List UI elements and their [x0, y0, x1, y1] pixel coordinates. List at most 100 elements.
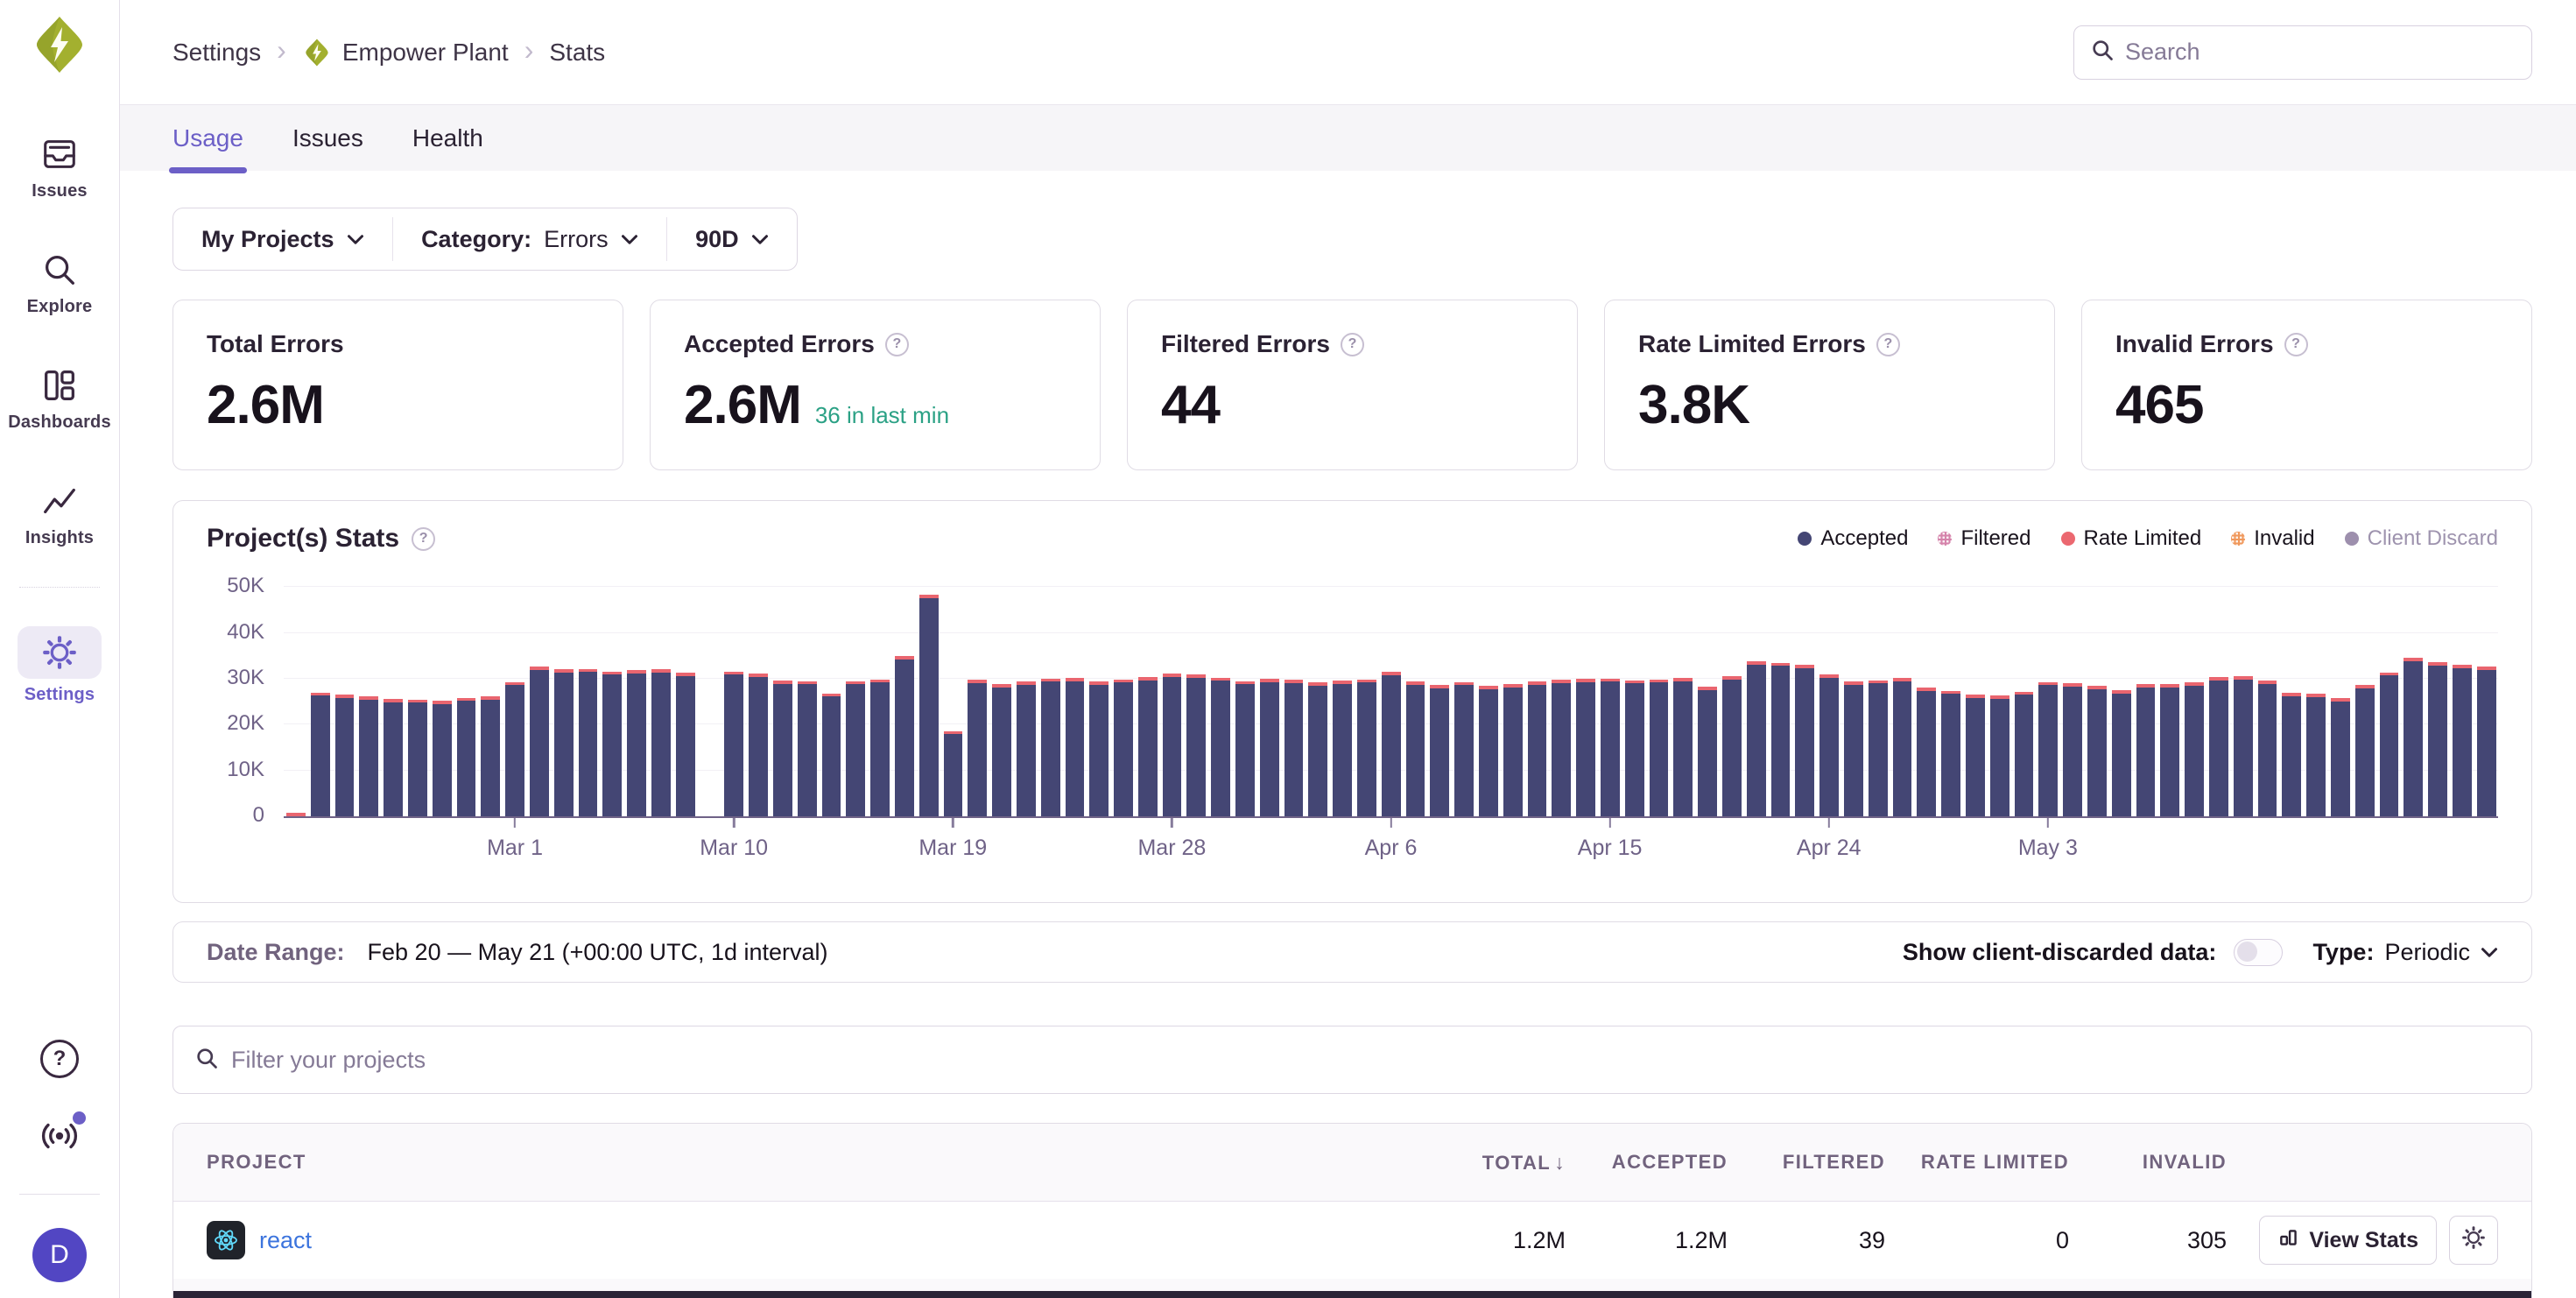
bar-accepted [2209, 681, 2228, 816]
help-circle-icon[interactable]: ? [885, 333, 909, 356]
bar-accepted [2087, 689, 2107, 816]
bar-accepted [1308, 686, 1327, 816]
period-dropdown[interactable]: 90D [667, 208, 797, 270]
bar-day-86 [2377, 580, 2402, 816]
legend-item-filtered[interactable]: Filtered [1938, 526, 2031, 551]
x-axis-label: Mar 1 [487, 836, 543, 861]
bar-accepted [2428, 666, 2447, 816]
project-settings-button[interactable] [2449, 1216, 2498, 1265]
gear-icon [2460, 1224, 2487, 1257]
bar-accepted [627, 674, 646, 816]
chevron-down-icon [621, 234, 638, 245]
cell-invalid: 305 [2069, 1227, 2227, 1254]
y-axis-label: 20K [207, 711, 264, 736]
bar-accepted [798, 684, 817, 816]
column-header-total[interactable]: TOTAL↓ [1425, 1151, 1566, 1175]
card-title-row: Rate Limited Errors? [1638, 330, 2021, 358]
bar-day-2 [333, 580, 357, 816]
bar-day-48 [1452, 580, 1476, 816]
bar-accepted [2331, 702, 2350, 816]
bar-day-16 [673, 580, 698, 816]
app-root: IssuesExploreDashboardsInsightsSettings … [0, 0, 2576, 1298]
help-circle-icon[interactable]: ? [1876, 333, 1900, 356]
bar-accepted [1382, 675, 1401, 816]
sidebar: IssuesExploreDashboardsInsightsSettings … [0, 0, 120, 1298]
bar-day-80 [2231, 580, 2256, 816]
sidebar-item-settings[interactable]: Settings [0, 626, 119, 705]
x-axis-label: Mar 19 [918, 836, 987, 861]
x-axis-label: Apr 6 [1365, 836, 1418, 861]
column-header-filtered[interactable]: FILTERED [1728, 1151, 1885, 1174]
bar-day-79 [2206, 580, 2231, 816]
bar-accepted [1625, 683, 1644, 816]
sort-descending-icon: ↓ [1554, 1151, 1566, 1174]
chart-title: Project(s) Stats [207, 524, 399, 554]
legend-item-rate-limited[interactable]: Rate Limited [2061, 526, 2202, 551]
legend-item-invalid[interactable]: Invalid [2231, 526, 2314, 551]
tab-issues[interactable]: Issues [292, 105, 363, 171]
view-stats-label: View Stats [2309, 1228, 2418, 1253]
sidebar-item-explore[interactable]: Explore [0, 249, 119, 317]
y-axis-label: 0 [207, 803, 264, 828]
tab-usage[interactable]: Usage [172, 105, 243, 171]
search-input[interactable] [2125, 39, 2516, 66]
tab-health[interactable]: Health [412, 105, 483, 171]
bar-day-43 [1330, 580, 1355, 816]
breadcrumb-org-label: Empower Plant [342, 39, 509, 67]
bar-accepted [2112, 694, 2131, 816]
bar-day-74 [2085, 580, 2109, 816]
card-value: 465 [2115, 374, 2203, 436]
client-discard-toggle[interactable] [2234, 939, 2283, 966]
project-link[interactable]: react [259, 1227, 312, 1254]
sidebar-item-issues[interactable]: Issues [0, 133, 119, 201]
breadcrumb-settings[interactable]: Settings [172, 39, 261, 67]
column-header-rate-limited[interactable]: RATE LIMITED [1885, 1151, 2069, 1174]
type-dropdown[interactable]: Type: Periodic [2312, 939, 2498, 966]
legend-dot [1798, 532, 1812, 546]
bar-day-31 [1038, 580, 1063, 816]
column-header-accepted[interactable]: ACCEPTED [1566, 1151, 1728, 1174]
bar-accepted [2185, 686, 2204, 816]
bar-accepted [944, 734, 963, 816]
bar-accepted [554, 673, 574, 816]
legend-item-client-discard[interactable]: Client Discard [2345, 526, 2498, 551]
project-filter-dropdown[interactable]: My Projects [173, 208, 392, 270]
bar-day-42 [1306, 580, 1330, 816]
bar-day-64 [1841, 580, 1866, 816]
bar-day-46 [1404, 580, 1428, 816]
bar-accepted [1089, 685, 1109, 816]
column-header-invalid[interactable]: INVALID [2069, 1151, 2227, 1174]
bar-accepted [870, 682, 890, 816]
help-circle-icon[interactable]: ? [1341, 333, 1364, 356]
bar-day-36 [1160, 580, 1185, 816]
legend-label: Filtered [1960, 526, 2031, 551]
sentry-logo[interactable] [29, 14, 90, 75]
breadcrumb-org[interactable]: Empower Plant [302, 38, 509, 67]
sidebar-item-insights[interactable]: Insights [0, 480, 119, 548]
bar-accepted [1552, 683, 1571, 816]
card-value: 2.6M [207, 374, 324, 436]
bar-accepted [1211, 681, 1230, 816]
category-dropdown[interactable]: Category: Errors [393, 208, 666, 270]
bar-day-29 [989, 580, 1014, 816]
cell-total: 1.2M [1425, 1227, 1566, 1254]
sidebar-item-dashboards[interactable]: Dashboards [0, 364, 119, 433]
bar-accepted [2453, 668, 2472, 816]
help-circle-icon[interactable]: ? [412, 527, 435, 551]
bar-day-27 [941, 580, 966, 816]
card-value: 2.6M [684, 374, 801, 436]
cell-ratelimited: 0 [1885, 1227, 2069, 1254]
bar-accepted [1990, 699, 2009, 816]
user-avatar[interactable]: D [32, 1228, 87, 1282]
x-axis-label: Mar 28 [1137, 836, 1206, 861]
bar-day-84 [2328, 580, 2353, 816]
view-stats-button[interactable]: View Stats [2259, 1216, 2437, 1265]
whats-new-button[interactable] [37, 1115, 82, 1160]
help-circle-icon[interactable]: ? [2284, 333, 2308, 356]
legend-item-accepted[interactable]: Accepted [1798, 526, 1908, 551]
help-button[interactable]: ? [37, 1036, 82, 1082]
project-filter-input[interactable] [231, 1047, 2510, 1074]
y-axis-label: 10K [207, 758, 264, 782]
global-search [2073, 25, 2532, 80]
bar-accepted [822, 696, 841, 816]
